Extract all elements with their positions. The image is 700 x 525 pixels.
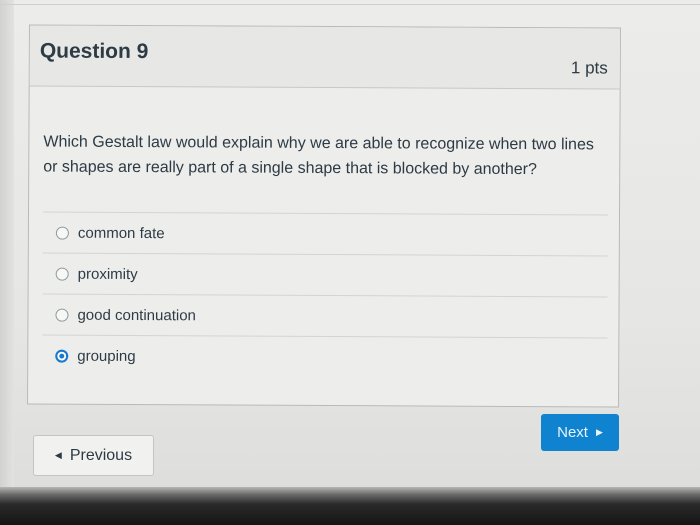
answer-option-proximity[interactable]: proximity bbox=[42, 252, 608, 297]
caret-left-icon: ◀ bbox=[54, 450, 62, 460]
previous-button[interactable]: ◀ Previous bbox=[33, 435, 154, 476]
monitor-bezel bbox=[0, 487, 700, 525]
answer-option-common-fate[interactable]: common fate bbox=[42, 211, 609, 256]
question-header: Question 9 1 pts bbox=[29, 25, 620, 90]
question-text: Which Gestalt law would explain why we a… bbox=[43, 133, 594, 179]
question-card: Question 9 1 pts Which Gestalt law would… bbox=[27, 24, 621, 408]
next-button[interactable]: Next ▶ bbox=[541, 414, 619, 451]
next-label: Next bbox=[557, 424, 588, 441]
radio-button[interactable] bbox=[55, 267, 69, 281]
radio-button[interactable] bbox=[55, 226, 69, 240]
answer-list: common fate proximity good continuation … bbox=[42, 211, 609, 379]
answer-label: good continuation bbox=[77, 306, 196, 324]
top-divider bbox=[0, 4, 700, 5]
answer-label: proximity bbox=[77, 265, 138, 283]
question-points: 1 pts bbox=[570, 58, 608, 78]
question-title: Question 9 bbox=[39, 39, 149, 64]
screen: Question 9 1 pts Which Gestalt law would… bbox=[0, 0, 700, 525]
answer-option-grouping[interactable]: grouping bbox=[42, 334, 608, 379]
answer-label: common fate bbox=[77, 224, 165, 242]
answer-label: grouping bbox=[77, 347, 136, 365]
caret-right-icon: ▶ bbox=[595, 427, 603, 437]
radio-button[interactable] bbox=[55, 308, 69, 322]
radio-button-selected[interactable] bbox=[55, 349, 69, 363]
previous-label: Previous bbox=[69, 446, 133, 464]
left-edge bbox=[0, 0, 14, 490]
answer-option-good-continuation[interactable]: good continuation bbox=[42, 293, 608, 338]
